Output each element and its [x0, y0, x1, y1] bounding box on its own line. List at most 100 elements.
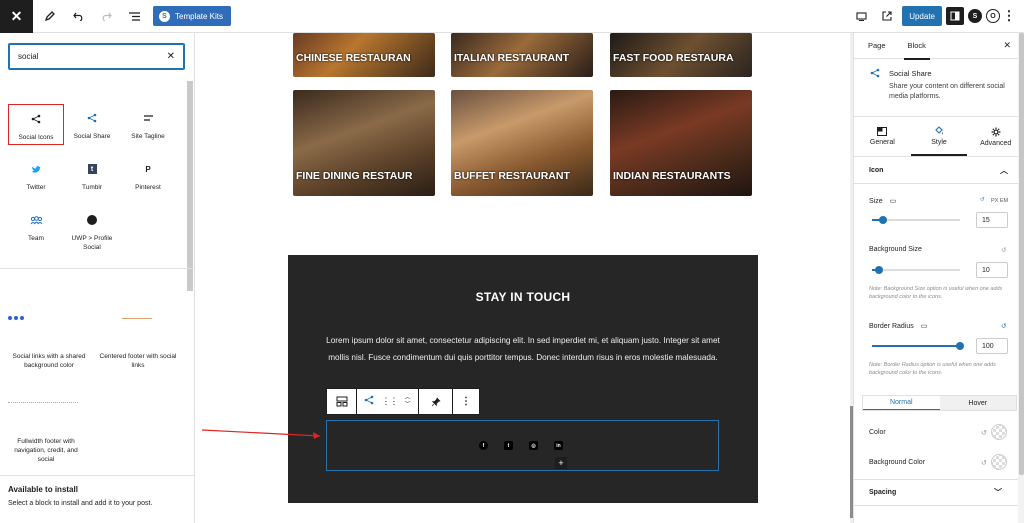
pattern-label[interactable]: Centered footer with social links — [96, 352, 180, 370]
restaurant-card-buffet[interactable]: BUFFET RESTAURANT — [451, 90, 593, 196]
bg-color-swatch[interactable] — [991, 454, 1007, 470]
card-caption: ITALIAN RESTAURANT — [454, 52, 570, 64]
share-icon — [9, 111, 63, 127]
block-label: Twitter — [26, 184, 46, 191]
document-overview-icon[interactable] — [123, 5, 145, 27]
pattern-preview-fullwidth[interactable] — [8, 402, 78, 404]
size-slider[interactable] — [872, 216, 960, 224]
section-body[interactable]: Lorem ipsum dolor sit amet, consectetur … — [318, 333, 728, 366]
inserter-scrollbar[interactable] — [187, 81, 193, 291]
reset-icon[interactable]: ↺ — [1001, 246, 1006, 254]
block-tumblr[interactable]: t Tumblr — [64, 161, 120, 192]
normal-tab[interactable]: Normal — [863, 396, 940, 410]
block-social-icons[interactable]: Social Icons — [8, 104, 64, 145]
close-editor-button[interactable]: ✕ — [0, 0, 33, 33]
tab-block[interactable]: Block — [903, 33, 931, 60]
slider-handle[interactable] — [879, 216, 887, 224]
reset-icon[interactable]: ↺ — [1001, 322, 1006, 330]
block-site-tagline[interactable]: Site Tagline — [120, 110, 176, 141]
responsive-desktop-icon[interactable]: ▭ — [890, 198, 897, 205]
close-settings-icon[interactable]: ✕ — [1003, 40, 1011, 51]
more-options-icon[interactable]: ⋮ — [1003, 5, 1016, 27]
restaurant-card-chinese[interactable]: CHINESE RESTAURAN — [293, 33, 435, 77]
block-team[interactable]: Team — [8, 212, 64, 243]
twitter-icon[interactable]: t — [504, 441, 513, 450]
redo-icon[interactable] — [95, 5, 117, 27]
pattern-label[interactable]: Fullwidth footer with navigation, credit… — [6, 437, 86, 464]
section-label: Icon — [869, 166, 884, 174]
block-toolbar: ⋮⋮ ︿ ﹀ ⋮ — [326, 388, 480, 415]
reset-icon[interactable]: ↺ — [981, 459, 987, 467]
settings-sidebar-toggle-icon[interactable] — [946, 7, 964, 25]
color-swatch[interactable] — [991, 424, 1007, 440]
reset-icon[interactable]: ↺ — [981, 429, 987, 437]
section-title[interactable]: STAY IN TOUCH — [288, 290, 758, 304]
general-icon — [877, 127, 888, 136]
view-post-external-icon[interactable] — [876, 5, 898, 27]
size-units[interactable]: PX EM — [991, 198, 1008, 204]
slider-handle[interactable] — [875, 266, 883, 274]
facebook-icon[interactable]: f — [479, 441, 488, 450]
block-options-icon[interactable]: ⋮ — [453, 389, 479, 414]
tab-page[interactable]: Page — [868, 41, 886, 50]
linkedin-icon[interactable]: in — [554, 441, 563, 450]
gear-icon — [991, 127, 1001, 136]
available-install-desc: Select a block to install and add it to … — [8, 500, 153, 507]
block-title: Social Share — [889, 69, 932, 78]
border-radius-note: Note: Border Radius option is useful whe… — [869, 362, 996, 376]
block-social-share[interactable]: Social Share — [64, 110, 120, 141]
pin-icon[interactable] — [419, 389, 453, 414]
add-block-plus-icon[interactable]: + — [555, 457, 567, 469]
subtab-style[interactable]: Style — [910, 117, 968, 156]
border-radius-input[interactable]: 100 — [976, 338, 1008, 354]
settings-tabs: Page Block ✕ — [854, 33, 1024, 60]
restaurant-card-italian[interactable]: ITALIAN RESTAURANT — [451, 33, 593, 77]
desktop-preview-icon[interactable] — [850, 5, 872, 27]
slider-handle[interactable] — [956, 342, 964, 350]
block-description: Share your content on different social m… — [889, 83, 1005, 100]
block-uwp-profile-social[interactable]: UWP > Profile Social — [64, 212, 120, 252]
reset-icon[interactable]: ↺ — [980, 197, 985, 203]
move-up-down-icon[interactable]: ︿ ﹀ — [404, 395, 410, 409]
clear-search-icon[interactable]: ✕ — [167, 51, 175, 62]
restaurant-card-fast-food[interactable]: FAST FOOD RESTAURA — [610, 33, 752, 77]
restaurant-card-fine-dining[interactable]: FINE DINING RESTAUR — [293, 90, 435, 196]
share-icon[interactable] — [364, 395, 374, 408]
instagram-icon[interactable]: ◎ — [529, 441, 538, 450]
block-label: Pinterest — [135, 184, 161, 191]
update-button[interactable]: Update — [902, 6, 942, 26]
subtab-label: General — [869, 139, 895, 146]
responsive-desktop-icon[interactable]: ▭ — [921, 323, 928, 330]
pattern-label[interactable]: Social links with a shared background co… — [6, 352, 92, 370]
block-twitter[interactable]: Twitter — [8, 161, 64, 192]
pencil-tool-icon[interactable] — [39, 5, 61, 27]
subtab-advanced[interactable]: Advanced — [967, 117, 1024, 156]
pattern-preview-dots[interactable] — [8, 316, 24, 320]
bg-size-input[interactable]: 10 — [976, 262, 1008, 278]
social-share-block[interactable]: f t ◎ in + — [326, 420, 719, 471]
subtab-general[interactable]: General — [854, 117, 911, 156]
template-kits-button[interactable]: S Template Kits — [153, 6, 232, 26]
plugin-circle-icon[interactable]: O — [986, 9, 1000, 23]
drag-handle-icon[interactable]: ⋮⋮ — [381, 396, 398, 407]
spectra-plugin-icon[interactable]: S — [968, 9, 982, 23]
section-label: Spacing — [869, 489, 897, 496]
hover-tab[interactable]: Hover — [939, 396, 1016, 410]
block-pinterest[interactable]: P Pinterest — [120, 161, 176, 192]
bg-size-slider[interactable] — [872, 266, 960, 274]
search-value: social — [18, 52, 39, 61]
restaurant-card-indian[interactable]: INDIAN RESTAURANTS — [610, 90, 752, 196]
spacing-section-header[interactable]: Spacing ﹀ — [854, 479, 1018, 506]
parent-block-selector-icon[interactable] — [327, 389, 357, 414]
settings-scrollbar[interactable] — [1019, 33, 1024, 475]
icon-section-header[interactable]: Icon ︿ — [854, 157, 1024, 184]
pattern-preview-footer[interactable] — [122, 318, 152, 322]
available-install-title: Available to install — [8, 485, 78, 494]
block-search-input[interactable]: social ✕ — [8, 43, 185, 70]
border-radius-slider[interactable] — [872, 342, 964, 350]
twitter-icon — [8, 161, 64, 177]
undo-icon[interactable] — [67, 5, 89, 27]
size-input[interactable]: 15 — [976, 212, 1008, 228]
top-toolbar: ✕ S Template Kits Update S O ⋮ — [0, 0, 1024, 33]
card-caption: BUFFET RESTAURANT — [454, 170, 570, 182]
